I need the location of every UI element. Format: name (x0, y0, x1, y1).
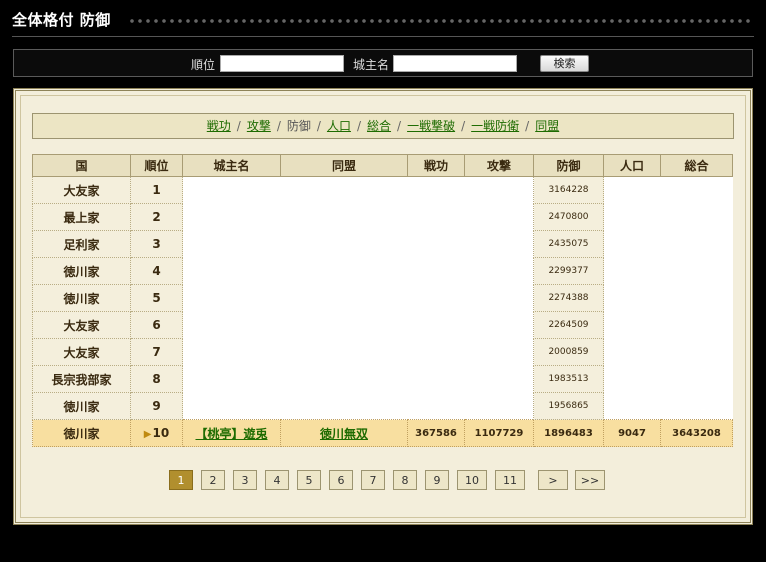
arrow-right-icon: ▶ (143, 429, 152, 440)
header-rank: 順位 (130, 154, 183, 177)
tab-7[interactable]: 同盟 (535, 119, 559, 133)
lord-name-input[interactable] (393, 55, 517, 72)
row-rank: 4 (130, 257, 183, 285)
own-attack: 1107729 (464, 419, 534, 447)
own-alliance: 徳川無双 (280, 419, 408, 447)
header-country: 国 (32, 154, 131, 177)
row-country: 大友家 (32, 176, 131, 204)
own-rank: ▶10 (130, 419, 183, 447)
header-merit: 戦功 (407, 154, 465, 177)
own-country: 徳川家 (32, 419, 131, 447)
row-country: 徳川家 (32, 392, 131, 420)
row-country: 徳川家 (32, 257, 131, 285)
page-5-button[interactable]: 5 (297, 470, 321, 490)
row-country: 足利家 (32, 230, 131, 258)
own-alliance-link[interactable]: 徳川無双 (320, 427, 368, 441)
page-2-button[interactable]: 2 (201, 470, 225, 490)
header-lord: 城主名 (182, 154, 281, 177)
row-country: 長宗我部家 (32, 365, 131, 393)
tab-4[interactable]: 総合 (367, 119, 391, 133)
row-rank: 9 (130, 392, 183, 420)
header-total: 総合 (660, 154, 733, 177)
row-rank: 5 (130, 284, 183, 312)
table-header-row: 国 順位 城主名 同盟 戦功 攻撃 防御 人口 総合 (32, 154, 733, 177)
page-11-button[interactable]: 11 (495, 470, 525, 490)
row-rank: 3 (130, 230, 183, 258)
row-defense: 2299377 (533, 257, 604, 285)
header-population: 人口 (603, 154, 661, 177)
lord-name-label: 城主名 (353, 58, 390, 72)
tab-0[interactable]: 戦功 (207, 119, 231, 133)
row-defense: 2435075 (533, 230, 604, 258)
own-total: 3643208 (660, 419, 733, 447)
tab-5[interactable]: 一戦撃破 (407, 119, 455, 133)
row-defense: 2000859 (533, 338, 604, 366)
tab-separator: / (461, 119, 466, 133)
row-rank: 8 (130, 365, 183, 393)
row-rank: 6 (130, 311, 183, 339)
ranking-panel: 戦功 / 攻撃 / 防御 / 人口 / 総合 / 一戦撃破 / 一戦防衛 / 同盟 国 順位 城主名 同盟 … (13, 88, 753, 525)
rank-label: 順位 (191, 58, 216, 72)
header-defense: 防御 (533, 154, 604, 177)
own-rank-value: 10 (152, 426, 170, 440)
ranking-table: 国 順位 城主名 同盟 戦功 攻撃 防御 人口 総合 大友家 1 3164228 最上… (32, 154, 733, 447)
title-bar: 全体格付 防御 (0, 0, 766, 40)
page-7-button[interactable]: 7 (361, 470, 385, 490)
rank-input[interactable] (220, 55, 344, 72)
row-rank: 2 (130, 203, 183, 231)
search-bar: 順位 城主名 検索 (13, 49, 753, 77)
own-merit: 367586 (407, 419, 465, 447)
next-page-button[interactable]: > (538, 470, 568, 490)
tab-separator: / (525, 119, 530, 133)
row-defense: 2470800 (533, 203, 604, 231)
hidden-values-area-right (603, 176, 733, 420)
last-page-button[interactable]: >> (575, 470, 605, 490)
page-6-button[interactable]: 6 (329, 470, 353, 490)
ranking-category-tabs: 戦功 / 攻撃 / 防御 / 人口 / 総合 / 一戦撃破 / 一戦防衛 / 同盟 (32, 113, 734, 139)
own-defense: 1896483 (533, 419, 604, 447)
page-3-button[interactable]: 3 (233, 470, 257, 490)
search-button[interactable]: 検索 (540, 55, 589, 72)
page-10-button[interactable]: 10 (457, 470, 487, 490)
own-population: 9047 (603, 419, 661, 447)
tab-separator: / (356, 119, 362, 133)
tab-2: 防御 (286, 119, 311, 133)
title-decoration (128, 17, 752, 25)
table-row: 大友家 1 3164228 (32, 176, 733, 420)
row-country: 最上家 (32, 203, 131, 231)
tab-6[interactable]: 一戦防衛 (471, 119, 519, 133)
title-divider (12, 36, 754, 37)
own-lord-link[interactable]: 【桃亭】遊兎 (195, 427, 267, 441)
row-defense: 2274388 (533, 284, 604, 312)
page-9-button[interactable]: 9 (425, 470, 449, 490)
row-rank: 7 (130, 338, 183, 366)
row-defense: 3164228 (533, 176, 604, 204)
tab-3[interactable]: 人口 (327, 119, 351, 133)
tab-1[interactable]: 攻撃 (247, 119, 271, 133)
tab-separator: / (276, 119, 281, 133)
hidden-values-area-left (182, 176, 534, 420)
page-title: 全体格付 防御 (12, 11, 111, 29)
header-attack: 攻撃 (464, 154, 534, 177)
row-rank: 1 (130, 176, 183, 204)
row-country: 大友家 (32, 311, 131, 339)
page-8-button[interactable]: 8 (393, 470, 417, 490)
tab-separator: / (397, 119, 402, 133)
row-country: 大友家 (32, 338, 131, 366)
own-ranking-row: 徳川家 ▶10 【桃亭】遊兎 徳川無双 367586 1107729 1896483 9047… (32, 419, 733, 447)
row-defense: 1983513 (533, 365, 604, 393)
page-1-button[interactable]: 1 (169, 470, 193, 490)
page-4-button[interactable]: 4 (265, 470, 289, 490)
row-country: 徳川家 (32, 284, 131, 312)
row-defense: 2264509 (533, 311, 604, 339)
row-defense: 1956865 (533, 392, 604, 420)
own-lord: 【桃亭】遊兎 (182, 419, 281, 447)
header-alliance: 同盟 (280, 154, 408, 177)
tab-separator: / (236, 119, 241, 133)
tab-separator: / (316, 119, 321, 133)
